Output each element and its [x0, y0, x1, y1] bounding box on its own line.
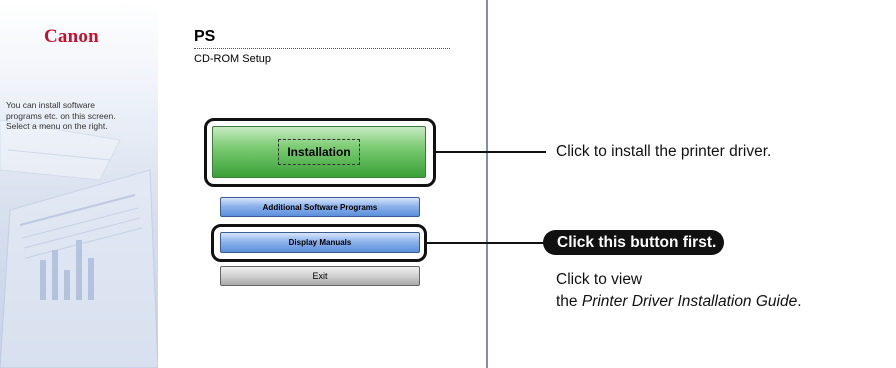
exit-button[interactable]: Exit — [220, 266, 420, 286]
click-first-badge: Click this button first. — [543, 230, 725, 255]
view-callout-prefix: the — [556, 293, 582, 310]
additional-software-label: Additional Software Programs — [262, 202, 378, 212]
product-subtitle: CD-ROM Setup — [194, 53, 272, 65]
install-callout-line — [436, 151, 546, 153]
side-description: You can install software programs etc. o… — [6, 100, 116, 131]
canon-logo: Canon — [44, 26, 99, 47]
product-title: PS — [194, 28, 216, 45]
view-callout-suffix: . — [797, 293, 802, 310]
view-callout-line2: the Printer Driver Installation Guide. — [556, 293, 802, 311]
setup-window: Canon You can install software programs … — [0, 0, 488, 368]
installation-button-label: Installation — [278, 139, 360, 165]
decorative-document-illustration — [0, 119, 158, 368]
title-divider — [194, 48, 450, 49]
display-manuals-button[interactable]: Display Manuals — [220, 232, 420, 253]
installation-button[interactable]: Installation — [212, 126, 426, 178]
display-manuals-label: Display Manuals — [288, 238, 352, 247]
side-panel: Canon You can install software programs … — [0, 0, 158, 368]
view-callout-line1: Click to view — [556, 271, 643, 288]
exit-label: Exit — [312, 271, 328, 281]
guide-title: Printer Driver Installation Guide — [581, 293, 798, 310]
manuals-callout-line — [427, 242, 545, 244]
install-callout-text: Click to install the printer driver. — [556, 143, 772, 160]
additional-software-button[interactable]: Additional Software Programs — [220, 197, 420, 217]
click-first-badge-text: Click this button first. — [557, 233, 717, 251]
